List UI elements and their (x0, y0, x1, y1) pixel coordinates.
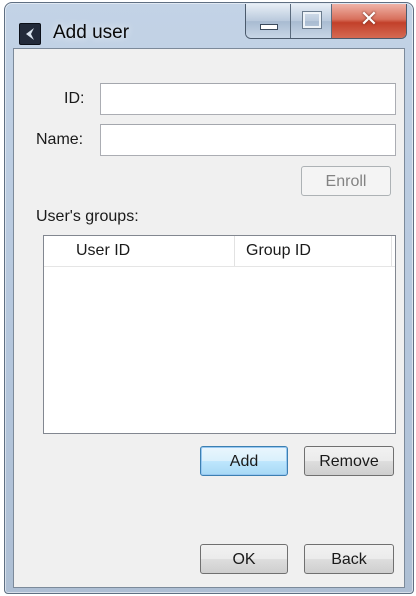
maximize-icon (303, 12, 321, 28)
close-button[interactable]: ✕ (332, 4, 406, 38)
maximize-button[interactable] (291, 4, 332, 38)
name-field[interactable] (100, 124, 396, 156)
users-groups-list[interactable]: User ID Group ID (43, 235, 396, 434)
id-field[interactable] (100, 83, 396, 115)
name-label: Name: (36, 131, 84, 148)
back-button[interactable]: Back (304, 544, 394, 574)
column-separator[interactable] (234, 236, 235, 266)
list-header: User ID Group ID (44, 236, 395, 267)
minimize-button[interactable] (246, 4, 291, 38)
add-button[interactable]: Add (200, 446, 288, 476)
window-title: Add user (53, 22, 130, 43)
id-label: ID: (64, 90, 85, 107)
dialog-client-area: ID: Name: Enroll User's groups: User ID … (13, 48, 405, 588)
column-header-user-id[interactable]: User ID (76, 236, 130, 266)
app-icon[interactable] (19, 23, 41, 45)
users-groups-label: User's groups: (36, 208, 139, 225)
remove-button[interactable]: Remove (304, 446, 394, 476)
add-user-window: Add user ✕ ID: Name: Enroll User's group… (4, 2, 414, 594)
ok-button[interactable]: OK (200, 544, 288, 574)
close-icon: ✕ (359, 6, 379, 31)
enroll-button[interactable]: Enroll (301, 166, 391, 196)
column-header-group-id[interactable]: Group ID (246, 236, 311, 266)
column-separator[interactable] (391, 236, 392, 266)
caption-buttons: ✕ (245, 4, 407, 39)
minimize-icon (260, 24, 278, 30)
